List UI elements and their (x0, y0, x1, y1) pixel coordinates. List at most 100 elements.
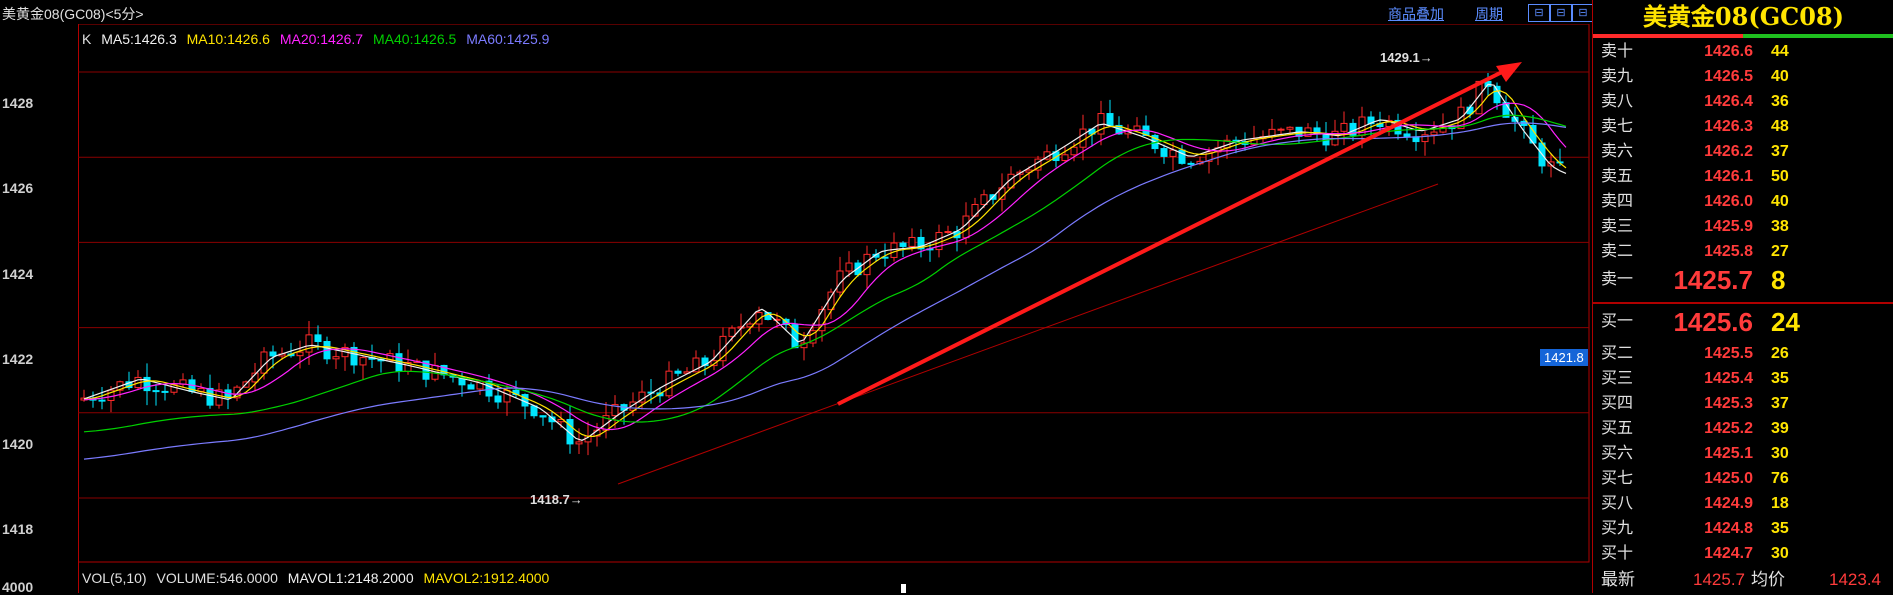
y-tick-1418: 1418 (2, 521, 34, 537)
bid-price: 1425.2 (1704, 420, 1753, 437)
candle-body (206, 387, 214, 406)
order-book-sell-bar (1593, 34, 1743, 38)
order-book: 美黄金08(GC08) 卖十 1426.6 44 卖九 1426.5 40 卖八 1426.4… (1592, 0, 1893, 593)
ask-row[interactable]: 卖十 1426.6 44 (1593, 40, 1893, 64)
candle-body (1079, 128, 1087, 148)
bid-row[interactable]: 买九 1424.8 35 (1593, 517, 1893, 541)
ask-qty: 50 (1771, 168, 1789, 185)
candle-body (1430, 131, 1438, 136)
bid-qty: 76 (1771, 470, 1789, 487)
ask-qty: 36 (1771, 93, 1789, 110)
bid-label: 买九 (1601, 520, 1634, 537)
bid-label: 买六 (1601, 445, 1634, 462)
bid-qty: 37 (1771, 395, 1789, 412)
candle-body (980, 194, 988, 205)
legend-k: K (82, 31, 92, 47)
candle-body (674, 370, 682, 374)
legend-ma5: MA5:1426.3 (101, 31, 177, 47)
window-min-icon[interactable]: ⊟ (1528, 4, 1550, 22)
window-restore-icon[interactable]: ⊟ (1550, 4, 1572, 22)
low-annotation: 1418.7→ (530, 492, 583, 507)
ask-label: 卖十 (1601, 43, 1634, 60)
candle-body (1061, 154, 1069, 162)
bid-row[interactable]: 买八 1424.9 18 (1593, 492, 1893, 516)
kline-chart[interactable] (78, 24, 1590, 593)
ask-row[interactable]: 卖二 1425.8 27 (1593, 240, 1893, 264)
ask-label: 卖四 (1601, 193, 1634, 210)
ask-price: 1425.9 (1704, 218, 1753, 235)
bid-label: 买五 (1601, 420, 1634, 437)
candle-body (1277, 128, 1285, 131)
ask-row[interactable]: 卖七 1426.3 48 (1593, 115, 1893, 139)
overlay-button[interactable]: 商品叠加 (1388, 4, 1444, 24)
ask-row[interactable]: 卖六 1426.2 37 (1593, 140, 1893, 164)
period-button[interactable]: 周期 (1475, 4, 1503, 24)
candle-body (503, 389, 511, 403)
candle-body (494, 395, 502, 403)
ask-qty: 40 (1771, 68, 1789, 85)
bid-price: 1425.1 (1704, 445, 1753, 462)
candle-body (1187, 162, 1195, 165)
candle-body (332, 356, 340, 360)
candle-body (944, 231, 952, 234)
bid-row[interactable]: 买四 1425.3 37 (1593, 392, 1893, 416)
volume-bar (901, 584, 906, 593)
ask-label: 卖八 (1601, 93, 1634, 110)
bid-qty: 26 (1771, 345, 1789, 362)
candle-body (863, 253, 871, 276)
legend-ma40: MA40:1426.5 (373, 31, 457, 47)
legend-ma10: MA10:1426.6 (186, 31, 270, 47)
legend-ma60: MA60:1425.9 (466, 31, 550, 47)
bid-qty: 35 (1771, 520, 1789, 537)
ask-row[interactable]: 卖一 1425.7 8 (1593, 262, 1893, 298)
ask-price: 1426.1 (1704, 168, 1753, 185)
ask-row[interactable]: 卖四 1426.0 40 (1593, 190, 1893, 214)
ask-price: 1426.4 (1704, 93, 1753, 110)
bid-row[interactable]: 买一 1425.6 24 (1593, 304, 1893, 340)
avg-label: 均价 (1751, 570, 1785, 589)
ask-row[interactable]: 卖三 1425.9 38 (1593, 215, 1893, 239)
y-tick-1422: 1422 (2, 351, 34, 367)
bid-row[interactable]: 买十 1424.7 30 (1593, 542, 1893, 566)
candle-body (98, 399, 106, 402)
bid-price: 1424.8 (1704, 520, 1753, 537)
legend-vol: VOL(5,10) (82, 570, 147, 586)
ask-price: 1426.6 (1704, 43, 1753, 60)
bid-qty: 30 (1771, 545, 1789, 562)
legend-ma20: MA20:1426.7 (279, 31, 364, 47)
ask-label: 卖三 (1601, 218, 1634, 235)
top-bar: 美黄金08(GC08)<5分> 商品叠加 周期 ⊟ ⊟ ⊟ (0, 0, 1594, 24)
bid-row[interactable]: 买七 1425.0 76 (1593, 467, 1893, 491)
bid-price: 1424.9 (1704, 495, 1753, 512)
legend-mavol1: MAVOL1:2148.2000 (287, 570, 414, 586)
ask-price: 1425.7 (1673, 265, 1753, 295)
legend-mavol2: MAVOL2:1912.4000 (423, 570, 550, 586)
ask-label: 卖五 (1601, 168, 1634, 185)
bid-row[interactable]: 买二 1425.5 26 (1593, 342, 1893, 366)
candle-body (296, 351, 304, 357)
y-tick-1424: 1424 (2, 266, 34, 282)
ma-line (83, 114, 1567, 433)
ask-row[interactable]: 卖五 1426.1 50 (1593, 165, 1893, 189)
candle-body (350, 346, 358, 366)
bid-row[interactable]: 买三 1425.4 35 (1593, 367, 1893, 391)
bid-row[interactable]: 买五 1425.2 39 (1593, 417, 1893, 441)
high-annotation: 1429.1→ (1380, 50, 1433, 65)
ask-row[interactable]: 卖九 1426.5 40 (1593, 65, 1893, 89)
latest-value: 1425.7 (1693, 570, 1745, 589)
ask-qty: 48 (1771, 118, 1789, 135)
bid-label: 买八 (1601, 495, 1634, 512)
y-tick-1420: 1420 (2, 436, 34, 452)
ask-qty: 38 (1771, 218, 1789, 235)
candle-body (1340, 122, 1348, 132)
y-axis: 1428 1426 1424 1422 1420 1418 4000 (0, 24, 79, 595)
candle-body (1106, 113, 1114, 126)
ask-label: 卖九 (1601, 68, 1634, 85)
ask-price: 1426.0 (1704, 193, 1753, 210)
bid-row[interactable]: 买六 1425.1 30 (1593, 442, 1893, 466)
window-max-icon[interactable]: ⊟ (1572, 4, 1594, 22)
bid-price: 1425.0 (1704, 470, 1753, 487)
ask-row[interactable]: 卖八 1426.4 36 (1593, 90, 1893, 114)
bid-label: 买七 (1601, 470, 1634, 487)
window-title: 美黄金08(GC08)<5分> (2, 6, 144, 22)
